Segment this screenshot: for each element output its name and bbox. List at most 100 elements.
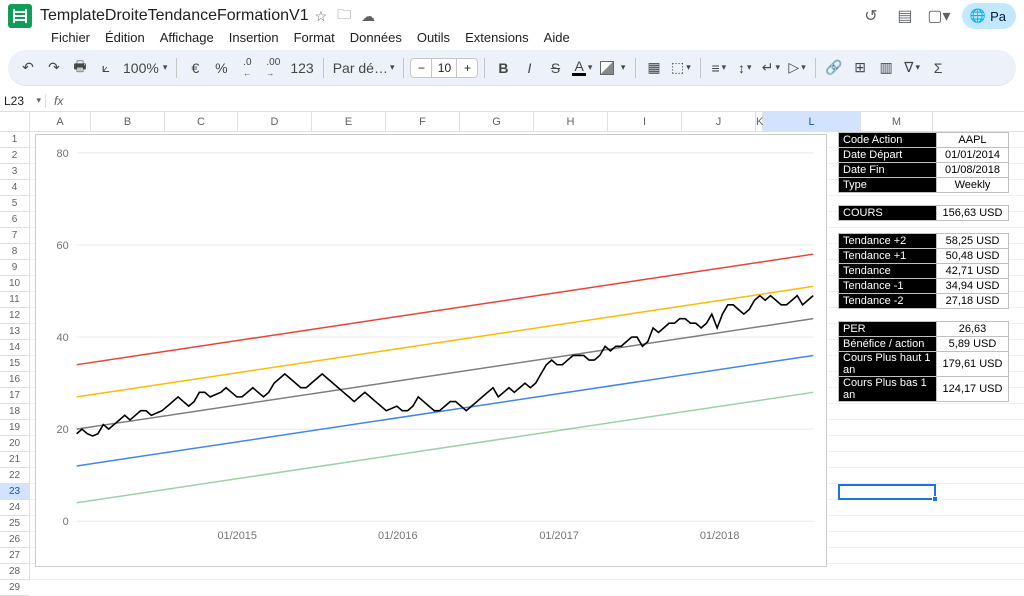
bold-button[interactable]: B: [491, 55, 515, 81]
col-header-F[interactable]: F: [386, 112, 460, 131]
format-percent-button[interactable]: %: [209, 55, 233, 81]
info-value[interactable]: 01/01/2014: [937, 148, 1009, 163]
info-label[interactable]: Date Départ: [839, 148, 937, 163]
info-value[interactable]: 179,61 USD: [937, 352, 1009, 377]
info-label[interactable]: Code Action: [839, 133, 937, 148]
text-color-button[interactable]: A▾: [569, 55, 595, 81]
row-header-15[interactable]: 15: [0, 356, 29, 372]
row-header-14[interactable]: 14: [0, 340, 29, 356]
functions-button[interactable]: Σ: [926, 55, 950, 81]
row-header-27[interactable]: 27: [0, 548, 29, 564]
info-label[interactable]: PER: [839, 322, 937, 337]
col-header-B[interactable]: B: [91, 112, 165, 131]
row-header-29[interactable]: 29: [0, 580, 29, 596]
row-header-19[interactable]: 19: [0, 420, 29, 436]
select-all-corner[interactable]: [0, 112, 29, 132]
info-label[interactable]: Type: [839, 178, 937, 193]
font-size-increase[interactable]: +: [457, 61, 477, 75]
row-header-24[interactable]: 24: [0, 500, 29, 516]
zoom-select[interactable]: 100%▾: [120, 55, 170, 81]
info-label[interactable]: Tendance +1: [839, 249, 937, 264]
halign-button[interactable]: ≡▾: [707, 55, 731, 81]
sheets-logo-icon[interactable]: [8, 4, 32, 28]
row-header-7[interactable]: 7: [0, 228, 29, 244]
menu-fichier[interactable]: Fichier: [44, 27, 97, 48]
info-label[interactable]: Tendance: [839, 264, 937, 279]
col-header-E[interactable]: E: [312, 112, 386, 131]
menu-aide[interactable]: Aide: [537, 27, 577, 48]
filter-button[interactable]: ∇▾: [900, 55, 924, 81]
row-header-5[interactable]: 5: [0, 196, 29, 212]
row-header-20[interactable]: 20: [0, 436, 29, 452]
row-header-12[interactable]: 12: [0, 308, 29, 324]
info-label[interactable]: Tendance -2: [839, 294, 937, 309]
menu-outils[interactable]: Outils: [410, 27, 457, 48]
menu-extensions[interactable]: Extensions: [458, 27, 536, 48]
info-value[interactable]: 01/08/2018: [937, 163, 1009, 178]
row-header-22[interactable]: 22: [0, 468, 29, 484]
menu-édition[interactable]: Édition: [98, 27, 152, 48]
move-icon[interactable]: 🗀: [337, 4, 351, 28]
col-header-L[interactable]: L: [763, 112, 861, 131]
row-header-18[interactable]: 18: [0, 404, 29, 420]
col-header-M[interactable]: M: [861, 112, 933, 131]
cloud-status-icon[interactable]: ☁: [361, 8, 375, 25]
comment-button[interactable]: ⊞: [848, 55, 872, 81]
wrap-button[interactable]: ↵▾: [759, 55, 783, 81]
row-header-26[interactable]: 26: [0, 532, 29, 548]
doc-title[interactable]: TemplateDroiteTendanceFormationV1: [40, 7, 309, 25]
row-header-11[interactable]: 11: [0, 292, 29, 308]
info-label[interactable]: Tendance +2: [839, 234, 937, 249]
italic-button[interactable]: I: [517, 55, 541, 81]
menu-insertion[interactable]: Insertion: [222, 27, 286, 48]
col-header-A[interactable]: A: [30, 112, 91, 131]
paint-format-button[interactable]: ⟀: [94, 55, 118, 81]
col-header-G[interactable]: G: [460, 112, 534, 131]
borders-button[interactable]: ▦: [642, 55, 666, 81]
name-box[interactable]: L23▾: [0, 94, 46, 108]
info-value[interactable]: 5,89 USD: [937, 337, 1009, 352]
font-size-decrease[interactable]: −: [411, 61, 431, 75]
fill-color-button[interactable]: [597, 55, 629, 81]
info-label[interactable]: Tendance -1: [839, 279, 937, 294]
redo-button[interactable]: ↷: [42, 55, 66, 81]
increase-decimal-button[interactable]: .00→: [261, 55, 285, 81]
col-header-I[interactable]: I: [608, 112, 682, 131]
font-size-control[interactable]: − 10 +: [410, 58, 478, 78]
history-icon[interactable]: ↺: [860, 5, 882, 27]
menu-données[interactable]: Données: [343, 27, 409, 48]
info-value[interactable]: 124,17 USD: [937, 377, 1009, 402]
col-header-C[interactable]: C: [165, 112, 238, 131]
formula-input[interactable]: [71, 94, 1024, 108]
chart-button[interactable]: ▥: [874, 55, 898, 81]
info-value[interactable]: 50,48 USD: [937, 249, 1009, 264]
row-header-17[interactable]: 17: [0, 388, 29, 404]
comments-icon[interactable]: ▤: [894, 5, 916, 27]
strikethrough-button[interactable]: S: [543, 55, 567, 81]
info-label[interactable]: Bénéfice / action: [839, 337, 937, 352]
col-header-K[interactable]: K: [756, 112, 763, 131]
row-header-21[interactable]: 21: [0, 452, 29, 468]
row-header-3[interactable]: 3: [0, 164, 29, 180]
col-header-D[interactable]: D: [238, 112, 312, 131]
col-header-J[interactable]: J: [682, 112, 756, 131]
star-icon[interactable]: ☆: [315, 8, 328, 25]
row-header-10[interactable]: 10: [0, 276, 29, 292]
col-header-H[interactable]: H: [534, 112, 608, 131]
menu-affichage[interactable]: Affichage: [153, 27, 221, 48]
info-label[interactable]: Cours Plus haut 1 an: [839, 352, 937, 377]
merge-button[interactable]: ⬚▾: [668, 55, 694, 81]
row-header-4[interactable]: 4: [0, 180, 29, 196]
info-value[interactable]: Weekly: [937, 178, 1009, 193]
menu-format[interactable]: Format: [287, 27, 342, 48]
more-formats-button[interactable]: 123: [287, 55, 316, 81]
undo-button[interactable]: ↶: [16, 55, 40, 81]
info-value[interactable]: 156,63 USD: [937, 206, 1009, 221]
info-value[interactable]: 42,71 USD: [937, 264, 1009, 279]
share-button[interactable]: 🌐 Pa: [962, 3, 1016, 29]
row-header-25[interactable]: 25: [0, 516, 29, 532]
rotate-button[interactable]: ▷▾: [785, 55, 809, 81]
row-header-28[interactable]: 28: [0, 564, 29, 580]
font-select[interactable]: Par dé…▾: [330, 55, 398, 81]
info-label[interactable]: Cours Plus bas 1 an: [839, 377, 937, 402]
